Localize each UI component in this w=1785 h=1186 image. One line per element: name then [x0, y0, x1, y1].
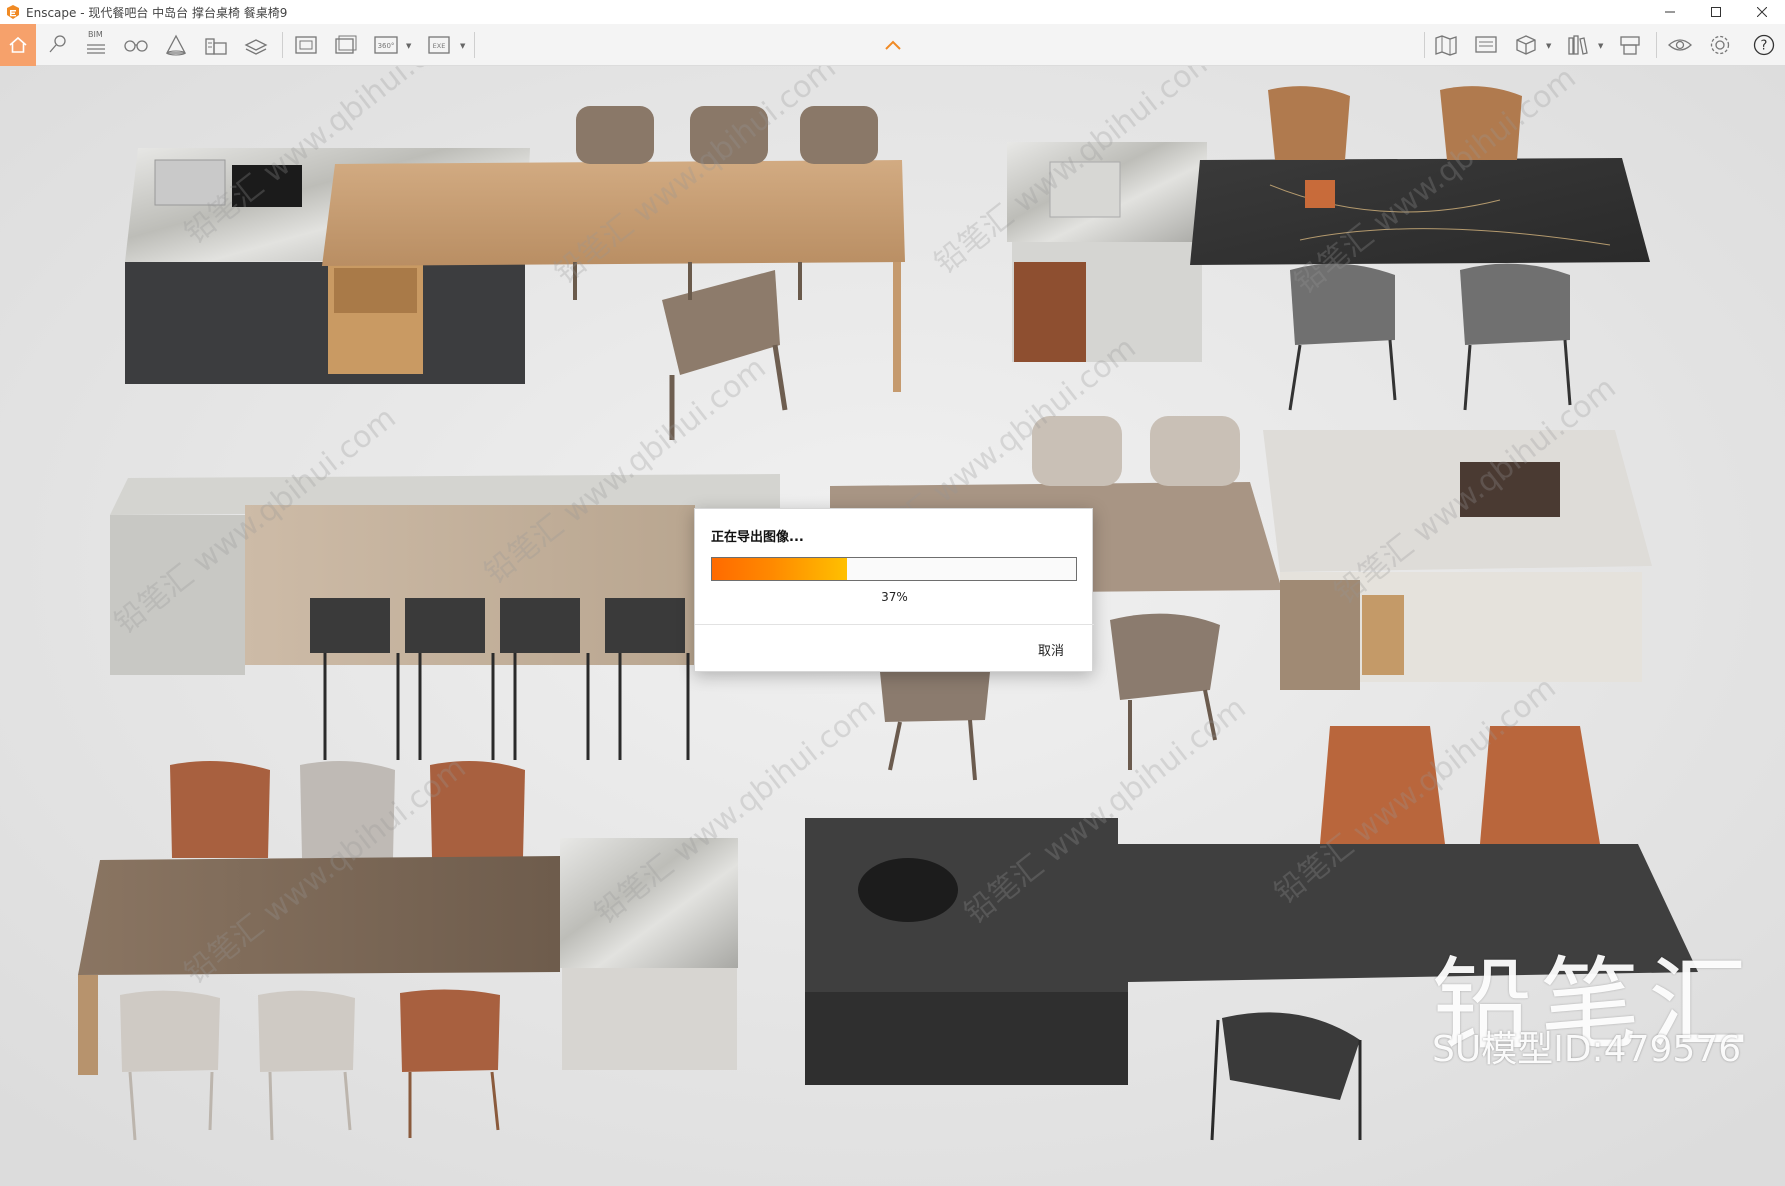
dialog-title: 正在导出图像... — [711, 530, 804, 545]
map-button[interactable] — [1430, 29, 1462, 61]
export-progress-dialog: 正在导出图像... 37% 取消 — [694, 508, 1094, 672]
cone-icon — [165, 34, 187, 56]
pin-button[interactable] — [42, 29, 74, 61]
maximize-icon — [1711, 7, 1721, 17]
binoculars-icon — [124, 40, 148, 52]
box-stack-button[interactable] — [1614, 29, 1646, 61]
model-id-watermark: SU模型ID:479576 — [1432, 1029, 1742, 1070]
progress-percent-label: 37% — [881, 590, 908, 604]
toolbar-separator — [282, 32, 283, 58]
layers-icon — [244, 39, 268, 55]
help-label: ? — [1761, 39, 1768, 54]
panorama-dropdown-caret[interactable]: ▼ — [406, 42, 411, 50]
window-title: Enscape - 现代餐吧台 中岛台 撑台桌椅 餐桌椅9 — [26, 5, 288, 20]
settings-icon — [1710, 35, 1730, 55]
dialog-divider — [695, 624, 1094, 625]
toolbar-separator — [474, 32, 475, 58]
exe-label: EXE — [433, 42, 446, 50]
collapse-toolbar-chevron-icon[interactable] — [882, 38, 904, 52]
minimize-icon — [1665, 11, 1675, 13]
panorama-360-icon: 360° — [374, 36, 398, 54]
bim-list-button[interactable]: BIM — [80, 29, 112, 61]
books-button[interactable] — [1562, 29, 1594, 61]
close-button[interactable] — [1739, 0, 1785, 24]
building-icon — [205, 38, 227, 55]
map-icon — [1435, 35, 1457, 56]
bim-label: BIM — [88, 30, 103, 39]
home-icon — [9, 36, 27, 53]
eye-button[interactable] — [1664, 29, 1696, 61]
box-stack-icon — [1620, 36, 1640, 55]
screenshot-button[interactable] — [290, 29, 322, 61]
cone-button[interactable] — [160, 29, 192, 61]
books-dropdown-caret[interactable]: ▼ — [1598, 42, 1603, 50]
panorama-button[interactable]: 360° — [370, 29, 402, 61]
export-exe-button[interactable]: EXE — [424, 29, 456, 61]
help-button[interactable]: ? — [1748, 29, 1780, 61]
close-icon — [1757, 7, 1767, 17]
monitor-button[interactable] — [1470, 29, 1502, 61]
cube-icon — [1516, 35, 1536, 55]
minimize-button[interactable] — [1647, 0, 1693, 24]
screenshot-icon — [295, 36, 317, 54]
maximize-button[interactable] — [1693, 0, 1739, 24]
progress-bar-fill — [712, 558, 847, 580]
cube-button[interactable] — [1510, 29, 1542, 61]
layers-button[interactable] — [240, 29, 272, 61]
toolbar-separator — [1656, 32, 1657, 58]
enscape-logo-icon — [7, 5, 19, 19]
binoculars-button[interactable] — [120, 29, 152, 61]
export-progress-bar — [711, 557, 1077, 581]
settings-button[interactable] — [1704, 29, 1736, 61]
export-exe-icon: EXE — [428, 36, 450, 54]
window-controls — [1647, 0, 1785, 24]
pin-icon — [49, 35, 66, 53]
building-button[interactable] — [200, 29, 232, 61]
panorama-label: 360° — [378, 42, 395, 50]
toolbar-separator — [1424, 32, 1425, 58]
export-dropdown-caret[interactable]: ▼ — [460, 42, 465, 50]
cube-dropdown-caret[interactable]: ▼ — [1546, 42, 1551, 50]
eye-icon — [1668, 39, 1692, 51]
monitor-icon — [1475, 36, 1497, 53]
home-button[interactable] — [0, 24, 36, 66]
batch-render-icon — [335, 35, 357, 54]
books-icon — [1568, 35, 1588, 55]
cancel-button[interactable]: 取消 — [1038, 640, 1064, 659]
help-icon: ? — [1753, 34, 1775, 56]
title-bar: Enscape - 现代餐吧台 中岛台 撑台桌椅 餐桌椅9 — [0, 0, 1785, 24]
batch-render-button[interactable] — [330, 29, 362, 61]
toolbar: BIM 360° ▼ EXE ▼ ▼ ▼ ? — [0, 24, 1785, 66]
